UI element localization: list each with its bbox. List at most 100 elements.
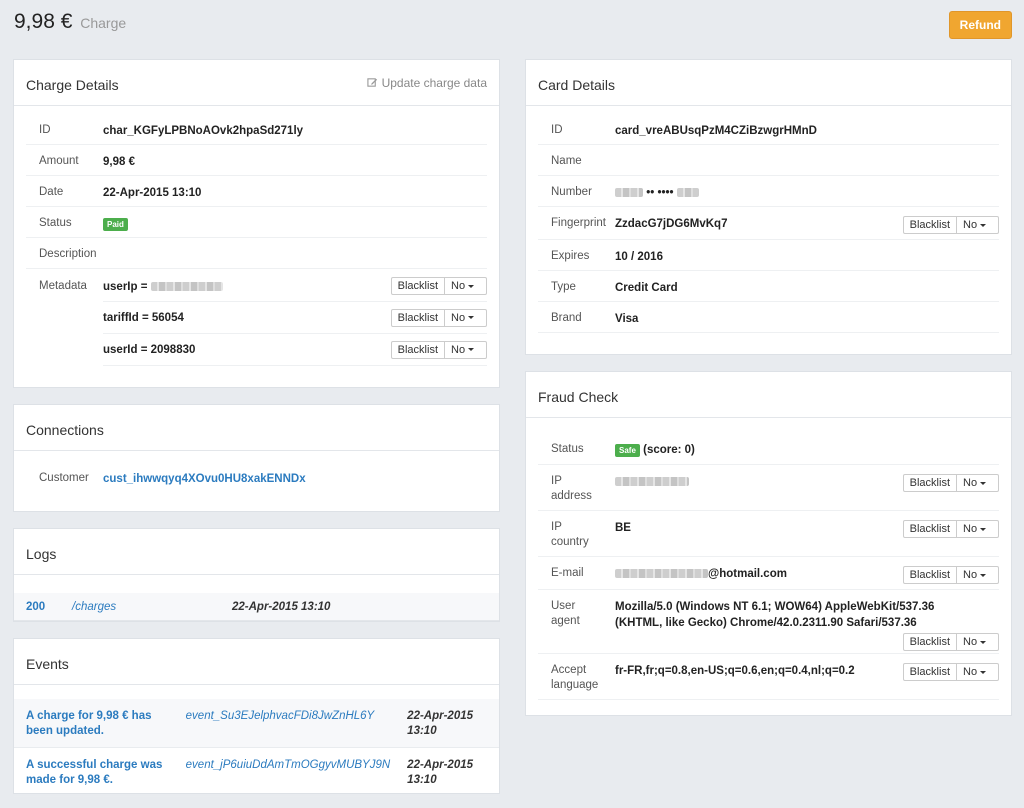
no-label: No — [963, 569, 978, 581]
fraud-status-row: Status Safe (score: 0) — [538, 432, 999, 465]
no-label: No — [963, 219, 978, 231]
event-description[interactable]: A successful charge was made for 9,98 €. — [26, 758, 186, 788]
card-name-label: Name — [551, 155, 582, 167]
fraud-check-panel: Fraud Check Status Safe (score: 0) IP add… — [525, 371, 1012, 716]
event-description-line: A charge for 9,98 € has — [26, 710, 152, 722]
blacklist-no-dropdown[interactable]: No — [957, 474, 999, 492]
fraud-ip-row: IP address Blacklist No — [538, 465, 999, 511]
redacted-value — [150, 282, 223, 292]
refund-button[interactable]: Refund — [948, 11, 1012, 39]
log-row[interactable]: 200 /charges 22-Apr-2015 13:10 — [14, 593, 499, 621]
fraud-language-label-line: language — [551, 679, 599, 691]
blacklist-button[interactable]: Blacklist — [902, 474, 957, 492]
blacklist-button[interactable]: Blacklist — [390, 308, 445, 327]
fraud-score: (score: 0) — [643, 444, 695, 456]
charge-amount: 9,98 € — [14, 10, 73, 33]
card-details-title: Card Details — [538, 76, 616, 93]
no-label: No — [963, 636, 978, 648]
blacklist-no-dropdown[interactable]: No — [445, 277, 487, 295]
fraud-country-row: IP country BE Blacklist No — [538, 511, 999, 557]
fraud-language-value: fr-FR,fr;q=0.8,en-US;q=0.6,en;q=0.4,nl;q… — [615, 665, 855, 677]
redacted-value — [676, 188, 699, 198]
update-charge-link[interactable]: Update charge data — [366, 76, 487, 90]
connections-title: Connections — [26, 421, 104, 438]
fraud-agent-value-line: Mozilla/5.0 (Windows NT 6.1; WOW64) Appl… — [615, 601, 935, 613]
card-type-row: Type Credit Card — [538, 271, 999, 302]
fraud-email-value: @hotmail.com — [708, 568, 787, 580]
status-badge: Paid — [103, 218, 128, 231]
event-id-link[interactable]: event_jP6uiuDdAmTmOGgyvMUBYJ9N — [186, 758, 408, 773]
card-brand-row: Brand Visa — [538, 302, 999, 333]
customer-link[interactable]: cust_ihwwqyq4XOvu0HU8xakENNDx — [103, 471, 487, 487]
caret-down-icon — [468, 348, 475, 352]
fraud-country-label-line: country — [551, 536, 589, 548]
metadata-key: tariffId = 56054 — [103, 311, 184, 324]
blacklist-button[interactable]: Blacklist — [902, 566, 957, 584]
event-row[interactable]: A successful charge was made for 9,98 €. … — [14, 748, 499, 797]
charge-metadata-row: Metadata userIp = Blacklist No tariffId … — [26, 269, 487, 366]
charge-description-row: Description — [26, 238, 487, 269]
caret-down-icon — [980, 481, 987, 485]
blacklist-button[interactable]: Blacklist — [390, 340, 445, 359]
card-id-value: card_vreABUsqPzM4CZiBzwgrHMnD — [615, 125, 817, 137]
charge-amount-row: Amount 9,98 € — [26, 145, 487, 176]
safe-badge: Safe — [615, 444, 640, 457]
fraud-ip-label: IP address — [538, 474, 615, 504]
fraud-agent-label-line: User — [551, 600, 576, 612]
caret-down-icon — [468, 316, 475, 320]
charge-date-row: Date 22-Apr-2015 13:10 — [26, 176, 487, 207]
logs-panel: Logs 200 /charges 22-Apr-2015 13:10 — [13, 528, 500, 622]
blacklist-button[interactable]: Blacklist — [902, 663, 957, 681]
no-label: No — [451, 311, 466, 324]
event-id-link[interactable]: event_Su3EJelphvacFDi8JwZnHL6Y — [186, 709, 408, 724]
fraud-language-row: Accept language fr-FR,fr;q=0.8,en-US;q=0.… — [538, 654, 999, 700]
card-number-value: •• •••• — [646, 187, 674, 199]
fraud-email-label: E-mail — [551, 567, 584, 579]
card-type-label: Type — [551, 281, 576, 293]
no-label: No — [963, 666, 978, 678]
metadata-item: userId = 2098830 Blacklist No — [103, 334, 487, 366]
fraud-country-label: IP country — [538, 520, 615, 550]
caret-down-icon — [980, 527, 987, 531]
event-row[interactable]: A charge for 9,98 € has been updated. eve… — [14, 699, 499, 748]
connections-header: Connections — [14, 405, 499, 451]
blacklist-no-dropdown[interactable]: No — [445, 340, 487, 359]
charge-details-header: Charge Details Update charge data — [14, 60, 499, 106]
event-date: 22-Apr-2015 13:10 — [407, 758, 487, 788]
fraud-ip-label-line: address — [551, 490, 592, 502]
charge-amount-value: 9,98 € — [103, 156, 135, 168]
redacted-value — [615, 188, 643, 198]
connections-panel: Connections Customer cust_ihwwqyq4XOvu0H… — [13, 404, 500, 512]
no-label: No — [451, 343, 466, 356]
charge-date-value: 22-Apr-2015 13:10 — [103, 187, 202, 199]
blacklist-button[interactable]: Blacklist — [902, 633, 957, 651]
card-fingerprint-row: Fingerprint ZzdacG7jDG6MvKq7 Blacklist N… — [538, 207, 999, 240]
blacklist-button[interactable]: Blacklist — [902, 216, 957, 234]
fraud-status-label: Status — [551, 443, 584, 455]
blacklist-button[interactable]: Blacklist — [902, 520, 957, 538]
blacklist-no-dropdown[interactable]: No — [957, 520, 999, 538]
blacklist-no-dropdown[interactable]: No — [445, 308, 487, 327]
fraud-agent-value: Mozilla/5.0 (Windows NT 6.1; WOW64) Appl… — [615, 599, 999, 631]
caret-down-icon — [980, 670, 987, 674]
log-path: /charges — [72, 600, 117, 613]
fraud-ip-label-line: IP — [551, 475, 562, 487]
blacklist-no-dropdown[interactable]: No — [957, 216, 999, 234]
charge-details-title: Charge Details — [26, 76, 119, 93]
blacklist-button[interactable]: Blacklist — [390, 277, 445, 295]
customer-label: Customer — [39, 472, 89, 484]
card-name-row: Name — [538, 145, 999, 176]
charge-status-label: Status — [39, 217, 72, 229]
card-fingerprint-label: Fingerprint — [551, 217, 606, 229]
blacklist-no-dropdown[interactable]: No — [957, 633, 999, 651]
fraud-agent-label: User agent — [538, 599, 615, 629]
card-number-label: Number — [551, 186, 592, 198]
fraud-agent-label-line: agent — [551, 615, 580, 627]
charge-id-value: char_KGFyLPBNoAOvk2hpaSd271ly — [103, 125, 304, 137]
log-date: 22-Apr-2015 13:10 — [232, 600, 331, 613]
fraud-agent-row: User agent Mozilla/5.0 (Windows NT 6.1; W… — [538, 590, 999, 654]
blacklist-no-dropdown[interactable]: No — [957, 566, 999, 584]
card-brand-label: Brand — [551, 312, 582, 324]
blacklist-no-dropdown[interactable]: No — [957, 663, 999, 681]
event-description[interactable]: A charge for 9,98 € has been updated. — [26, 709, 186, 739]
